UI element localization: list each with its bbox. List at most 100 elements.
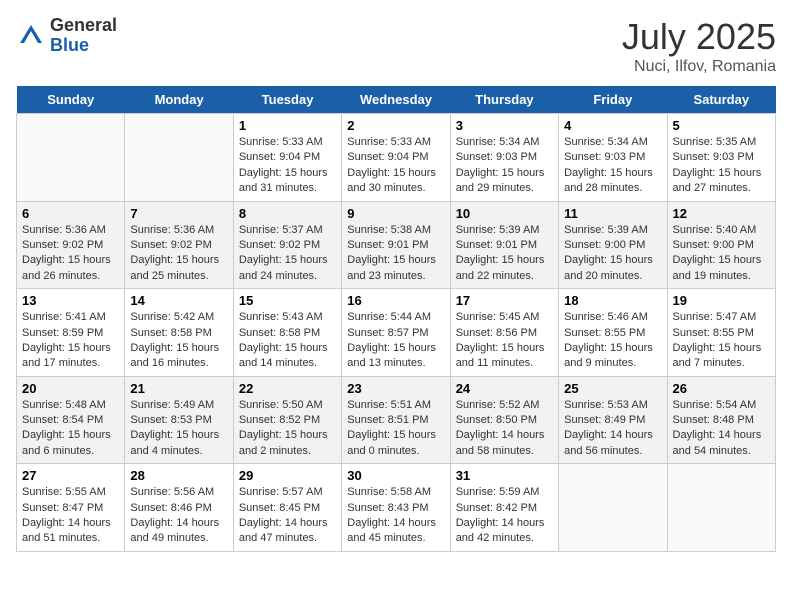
- day-number: 10: [456, 206, 553, 221]
- cell-info: Sunrise: 5:45 AM Sunset: 8:56 PM Dayligh…: [456, 310, 553, 372]
- day-number: 24: [456, 381, 553, 396]
- cell-info: Sunrise: 5:48 AM Sunset: 8:54 PM Dayligh…: [22, 398, 119, 460]
- day-header-friday: Friday: [559, 86, 667, 114]
- day-headers-row: SundayMondayTuesdayWednesdayThursdayFrid…: [17, 86, 776, 114]
- calendar-cell: [125, 114, 233, 202]
- calendar-cell: 25 Sunrise: 5:53 AM Sunset: 8:49 PM Dayli…: [559, 376, 667, 464]
- calendar-cell: [667, 464, 775, 552]
- calendar-cell: 18 Sunrise: 5:46 AM Sunset: 8:55 PM Dayli…: [559, 289, 667, 377]
- cell-info: Sunrise: 5:58 AM Sunset: 8:43 PM Dayligh…: [347, 485, 444, 547]
- day-number: 14: [130, 293, 227, 308]
- cell-info: Sunrise: 5:40 AM Sunset: 9:00 PM Dayligh…: [673, 223, 770, 285]
- calendar-cell: 7 Sunrise: 5:36 AM Sunset: 9:02 PM Daylig…: [125, 201, 233, 289]
- day-number: 4: [564, 118, 661, 133]
- cell-info: Sunrise: 5:52 AM Sunset: 8:50 PM Dayligh…: [456, 398, 553, 460]
- calendar-cell: 16 Sunrise: 5:44 AM Sunset: 8:57 PM Dayli…: [342, 289, 450, 377]
- cell-info: Sunrise: 5:57 AM Sunset: 8:45 PM Dayligh…: [239, 485, 336, 547]
- day-number: 25: [564, 381, 661, 396]
- week-row-1: 1 Sunrise: 5:33 AM Sunset: 9:04 PM Daylig…: [17, 114, 776, 202]
- calendar-cell: 12 Sunrise: 5:40 AM Sunset: 9:00 PM Dayli…: [667, 201, 775, 289]
- day-header-saturday: Saturday: [667, 86, 775, 114]
- day-number: 2: [347, 118, 444, 133]
- day-number: 26: [673, 381, 770, 396]
- calendar-cell: 3Sunrise: 5:34 AM Sunset: 9:03 PM Daylig…: [450, 114, 558, 202]
- day-number: 6: [22, 206, 119, 221]
- cell-info: Sunrise: 5:44 AM Sunset: 8:57 PM Dayligh…: [347, 310, 444, 372]
- cell-info: Sunrise: 5:39 AM Sunset: 9:00 PM Dayligh…: [564, 223, 661, 285]
- calendar-cell: 2 Sunrise: 5:33 AM Sunset: 9:04 PM Daylig…: [342, 114, 450, 202]
- calendar-cell: 29 Sunrise: 5:57 AM Sunset: 8:45 PM Dayli…: [233, 464, 341, 552]
- day-number: 1: [239, 118, 336, 133]
- day-header-thursday: Thursday: [450, 86, 558, 114]
- day-number: 16: [347, 293, 444, 308]
- cell-info: Sunrise: 5:47 AM Sunset: 8:55 PM Dayligh…: [673, 310, 770, 372]
- cell-info: Sunrise: 5:33 AM Sunset: 9:04 PM Dayligh…: [347, 135, 444, 197]
- cell-info: Sunrise: 5:39 AM Sunset: 9:01 PM Dayligh…: [456, 223, 553, 285]
- cell-info: Sunrise: 5:36 AM Sunset: 9:02 PM Dayligh…: [130, 223, 227, 285]
- day-number: 9: [347, 206, 444, 221]
- day-number: 11: [564, 206, 661, 221]
- title-area: July 2025 Nuci, Ilfov, Romania: [622, 16, 776, 76]
- logo: General Blue: [16, 16, 117, 56]
- cell-info: Sunrise: 5:50 AM Sunset: 8:52 PM Dayligh…: [239, 398, 336, 460]
- logo-text: General Blue: [50, 16, 117, 56]
- calendar-cell: 26 Sunrise: 5:54 AM Sunset: 8:48 PM Dayli…: [667, 376, 775, 464]
- day-number: 12: [673, 206, 770, 221]
- day-number: 27: [22, 468, 119, 483]
- day-number: 29: [239, 468, 336, 483]
- day-number: 13: [22, 293, 119, 308]
- calendar-cell: 9 Sunrise: 5:38 AM Sunset: 9:01 PM Daylig…: [342, 201, 450, 289]
- day-number: 8: [239, 206, 336, 221]
- cell-info: Sunrise: 5:34 AM Sunset: 9:03 PM Dayligh…: [456, 135, 553, 197]
- calendar-cell: 4 Sunrise: 5:34 AM Sunset: 9:03 PM Daylig…: [559, 114, 667, 202]
- cell-info: Sunrise: 5:51 AM Sunset: 8:51 PM Dayligh…: [347, 398, 444, 460]
- cell-info: Sunrise: 5:38 AM Sunset: 9:01 PM Dayligh…: [347, 223, 444, 285]
- calendar-cell: [559, 464, 667, 552]
- cell-info: Sunrise: 5:43 AM Sunset: 8:58 PM Dayligh…: [239, 310, 336, 372]
- day-number: 20: [22, 381, 119, 396]
- calendar-cell: 15 Sunrise: 5:43 AM Sunset: 8:58 PM Dayli…: [233, 289, 341, 377]
- day-number: 31: [456, 468, 553, 483]
- calendar-cell: 13 Sunrise: 5:41 AM Sunset: 8:59 PM Dayli…: [17, 289, 125, 377]
- day-number: 17: [456, 293, 553, 308]
- cell-info: Sunrise: 5:54 AM Sunset: 8:48 PM Dayligh…: [673, 398, 770, 460]
- calendar-cell: 28 Sunrise: 5:56 AM Sunset: 8:46 PM Dayli…: [125, 464, 233, 552]
- week-row-3: 13 Sunrise: 5:41 AM Sunset: 8:59 PM Dayli…: [17, 289, 776, 377]
- cell-info: Sunrise: 5:41 AM Sunset: 8:59 PM Dayligh…: [22, 310, 119, 372]
- day-number: 15: [239, 293, 336, 308]
- calendar-cell: 22Sunrise: 5:50 AM Sunset: 8:52 PM Dayli…: [233, 376, 341, 464]
- day-header-tuesday: Tuesday: [233, 86, 341, 114]
- day-number: 7: [130, 206, 227, 221]
- calendar-cell: 30Sunrise: 5:58 AM Sunset: 8:43 PM Dayli…: [342, 464, 450, 552]
- calendar-cell: 10 Sunrise: 5:39 AM Sunset: 9:01 PM Dayli…: [450, 201, 558, 289]
- week-row-5: 27 Sunrise: 5:55 AM Sunset: 8:47 PM Dayli…: [17, 464, 776, 552]
- cell-info: Sunrise: 5:34 AM Sunset: 9:03 PM Dayligh…: [564, 135, 661, 197]
- calendar-cell: 21Sunrise: 5:49 AM Sunset: 8:53 PM Dayli…: [125, 376, 233, 464]
- day-number: 28: [130, 468, 227, 483]
- cell-info: Sunrise: 5:59 AM Sunset: 8:42 PM Dayligh…: [456, 485, 553, 547]
- cell-info: Sunrise: 5:53 AM Sunset: 8:49 PM Dayligh…: [564, 398, 661, 460]
- day-number: 18: [564, 293, 661, 308]
- calendar-cell: 17 Sunrise: 5:45 AM Sunset: 8:56 PM Dayli…: [450, 289, 558, 377]
- calendar-cell: 27 Sunrise: 5:55 AM Sunset: 8:47 PM Dayli…: [17, 464, 125, 552]
- calendar-cell: 31 Sunrise: 5:59 AM Sunset: 8:42 PM Dayli…: [450, 464, 558, 552]
- day-header-monday: Monday: [125, 86, 233, 114]
- cell-info: Sunrise: 5:56 AM Sunset: 8:46 PM Dayligh…: [130, 485, 227, 547]
- calendar-cell: 11 Sunrise: 5:39 AM Sunset: 9:00 PM Dayli…: [559, 201, 667, 289]
- day-number: 21: [130, 381, 227, 396]
- calendar-cell: 23 Sunrise: 5:51 AM Sunset: 8:51 PM Dayli…: [342, 376, 450, 464]
- cell-info: Sunrise: 5:33 AM Sunset: 9:04 PM Dayligh…: [239, 135, 336, 197]
- day-number: 23: [347, 381, 444, 396]
- calendar-cell: 6Sunrise: 5:36 AM Sunset: 9:02 PM Daylig…: [17, 201, 125, 289]
- cell-info: Sunrise: 5:46 AM Sunset: 8:55 PM Dayligh…: [564, 310, 661, 372]
- calendar-cell: 20 Sunrise: 5:48 AM Sunset: 8:54 PM Dayli…: [17, 376, 125, 464]
- main-title: July 2025: [622, 16, 776, 58]
- calendar-cell: [17, 114, 125, 202]
- cell-info: Sunrise: 5:37 AM Sunset: 9:02 PM Dayligh…: [239, 223, 336, 285]
- calendar-cell: 5Sunrise: 5:35 AM Sunset: 9:03 PM Daylig…: [667, 114, 775, 202]
- week-row-2: 6 Sunrise: 5:36 AM Sunset: 9:02 PM Daylig…: [17, 201, 776, 289]
- subtitle: Nuci, Ilfov, Romania: [622, 58, 776, 76]
- calendar-cell: 14Sunrise: 5:42 AM Sunset: 8:58 PM Dayli…: [125, 289, 233, 377]
- logo-general-text: General: [50, 16, 117, 36]
- cell-info: Sunrise: 5:55 AM Sunset: 8:47 PM Dayligh…: [22, 485, 119, 547]
